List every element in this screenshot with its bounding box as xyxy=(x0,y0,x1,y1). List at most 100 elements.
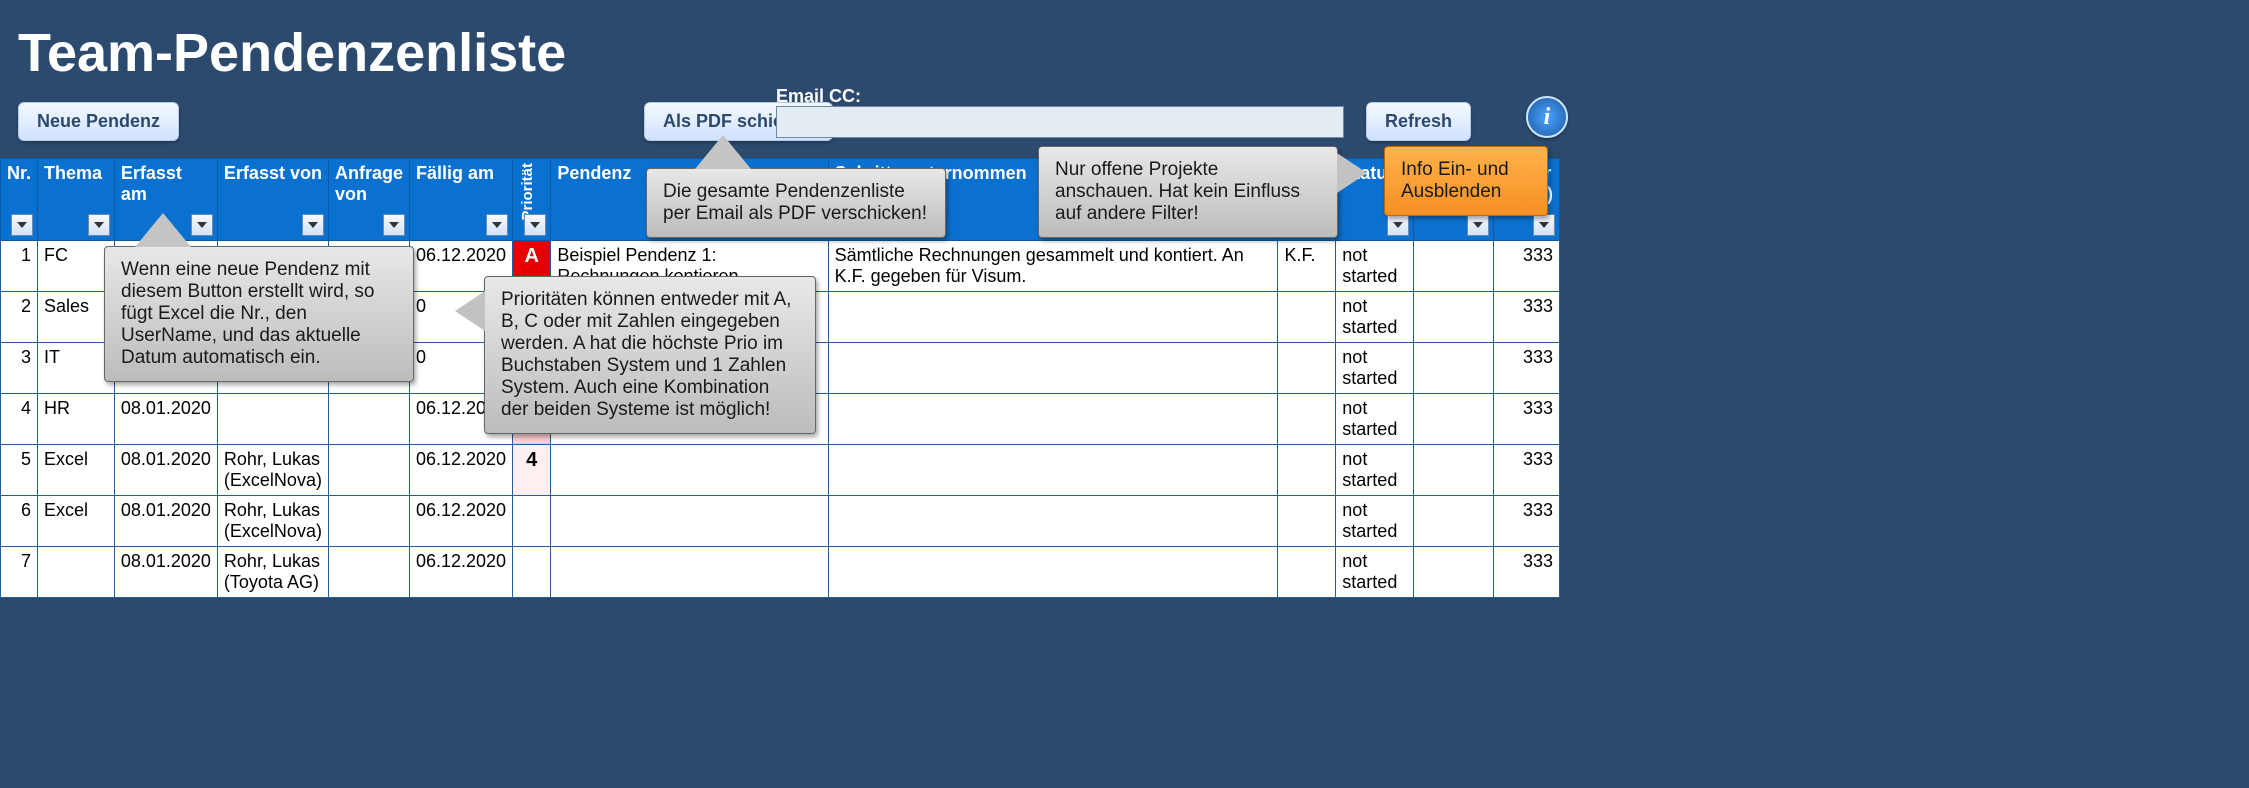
cell-nr[interactable]: 4 xyxy=(1,394,38,445)
cell-thema[interactable]: Excel xyxy=(38,496,115,547)
cell-anfrage_von[interactable] xyxy=(328,394,409,445)
cell-prio[interactable] xyxy=(513,547,551,598)
callout-pointer-icon xyxy=(455,291,485,331)
col-faellig-am[interactable]: Fällig am xyxy=(409,159,512,241)
cell-status[interactable]: not started xyxy=(1336,547,1414,598)
cell-anfrage_von[interactable] xyxy=(328,547,409,598)
table-row[interactable]: 5Excel08.01.2020Rohr, Lukas (ExcelNova) 0… xyxy=(1,445,1560,496)
cell-erledigt_am[interactable] xyxy=(1414,496,1494,547)
cell-faellig_am[interactable]: 06.12.2020 xyxy=(409,547,512,598)
cell-dauer[interactable]: 333 xyxy=(1494,445,1560,496)
cell-warten_auf[interactable] xyxy=(1278,343,1336,394)
filter-dropdown-icon[interactable] xyxy=(191,214,213,236)
cell-status[interactable]: not started xyxy=(1336,394,1414,445)
cell-pendenz[interactable] xyxy=(551,547,828,598)
cell-nr[interactable]: 6 xyxy=(1,496,38,547)
cell-schritte[interactable]: Sämtliche Rechnungen gesammelt und konti… xyxy=(828,241,1278,292)
cell-erledigt_am[interactable] xyxy=(1414,445,1494,496)
cell-thema[interactable]: IT xyxy=(38,343,115,394)
cell-schritte[interactable] xyxy=(828,547,1278,598)
cell-schritte[interactable] xyxy=(828,496,1278,547)
filter-dropdown-icon[interactable] xyxy=(383,214,405,236)
cell-thema[interactable]: HR xyxy=(38,394,115,445)
filter-dropdown-icon[interactable] xyxy=(1467,214,1489,236)
cell-warten_auf[interactable] xyxy=(1278,547,1336,598)
filter-dropdown-icon[interactable] xyxy=(11,214,33,236)
filter-dropdown-icon[interactable] xyxy=(524,214,546,236)
cell-erfasst_von[interactable]: Rohr, Lukas (ExcelNova) xyxy=(217,496,328,547)
filter-dropdown-icon[interactable] xyxy=(1387,214,1409,236)
cell-status[interactable]: not started xyxy=(1336,496,1414,547)
refresh-button[interactable]: Refresh xyxy=(1366,102,1471,141)
cell-nr[interactable]: 3 xyxy=(1,343,38,394)
cell-erfasst_am[interactable]: 08.01.2020 xyxy=(114,547,217,598)
callout-priority: Prioritäten können entweder mit A, B, C … xyxy=(484,276,816,434)
cell-dauer[interactable]: 333 xyxy=(1494,496,1560,547)
cell-erfasst_am[interactable]: 08.01.2020 xyxy=(114,445,217,496)
filter-dropdown-icon[interactable] xyxy=(1533,214,1555,236)
email-cc-input[interactable] xyxy=(776,106,1344,138)
col-erfasst-von[interactable]: Erfasst von xyxy=(217,159,328,241)
cell-nr[interactable]: 2 xyxy=(1,292,38,343)
cell-anfrage_von[interactable] xyxy=(328,496,409,547)
cell-erfasst_von[interactable]: Rohr, Lukas (ExcelNova) xyxy=(217,445,328,496)
cell-dauer[interactable]: 333 xyxy=(1494,394,1560,445)
cell-status[interactable]: not started xyxy=(1336,445,1414,496)
cell-warten_auf[interactable] xyxy=(1278,292,1336,343)
col-anfrage-von[interactable]: Anfrage von xyxy=(328,159,409,241)
col-prioritaet[interactable]: Priorität xyxy=(513,159,551,241)
cell-erledigt_am[interactable] xyxy=(1414,343,1494,394)
cell-warten_auf[interactable] xyxy=(1278,496,1336,547)
filter-dropdown-icon[interactable] xyxy=(88,214,110,236)
cell-thema[interactable]: FC xyxy=(38,241,115,292)
cell-erledigt_am[interactable] xyxy=(1414,292,1494,343)
cell-faellig_am[interactable]: 06.12.2020 xyxy=(409,445,512,496)
cell-erledigt_am[interactable] xyxy=(1414,547,1494,598)
callout-pointer-icon xyxy=(695,135,751,169)
cell-warten_auf[interactable] xyxy=(1278,445,1336,496)
cell-warten_auf[interactable]: K.F. xyxy=(1278,241,1336,292)
cell-status[interactable]: not started xyxy=(1336,343,1414,394)
info-toggle-button[interactable]: i xyxy=(1526,96,1568,138)
cell-schritte[interactable] xyxy=(828,292,1278,343)
new-pendenz-button[interactable]: Neue Pendenz xyxy=(18,102,179,141)
cell-nr[interactable]: 5 xyxy=(1,445,38,496)
cell-status[interactable]: not started xyxy=(1336,241,1414,292)
cell-schritte[interactable] xyxy=(828,445,1278,496)
cell-pendenz[interactable] xyxy=(551,496,828,547)
cell-dauer[interactable]: 333 xyxy=(1494,241,1560,292)
cell-dauer[interactable]: 333 xyxy=(1494,547,1560,598)
cell-thema[interactable]: Excel xyxy=(38,445,115,496)
cell-prio[interactable] xyxy=(513,496,551,547)
cell-erfasst_am[interactable]: 08.01.2020 xyxy=(114,496,217,547)
cell-erledigt_am[interactable] xyxy=(1414,394,1494,445)
table-row[interactable]: 7 08.01.2020Rohr, Lukas (Toyota AG) 06.12.… xyxy=(1,547,1560,598)
cell-pendenz[interactable] xyxy=(551,445,828,496)
cell-status[interactable]: not started xyxy=(1336,292,1414,343)
cell-nr[interactable]: 1 xyxy=(1,241,38,292)
filter-dropdown-icon[interactable] xyxy=(302,214,324,236)
page-title: Team-Pendenzenliste xyxy=(0,0,2249,84)
col-nr[interactable]: Nr. xyxy=(1,159,38,241)
cell-faellig_am[interactable]: 06.12.2020 xyxy=(409,496,512,547)
cell-anfrage_von[interactable] xyxy=(328,445,409,496)
cell-dauer[interactable]: 333 xyxy=(1494,292,1560,343)
cell-erfasst_von[interactable]: Rohr, Lukas (Toyota AG) xyxy=(217,547,328,598)
cell-prio[interactable]: 4 xyxy=(513,445,551,496)
cell-erledigt_am[interactable] xyxy=(1414,241,1494,292)
callout-text: Wenn eine neue Pendenz mit diesem Button… xyxy=(121,259,374,368)
cell-thema[interactable] xyxy=(38,547,115,598)
cell-thema[interactable]: Sales xyxy=(38,292,115,343)
cell-nr[interactable]: 7 xyxy=(1,547,38,598)
callout-pointer-icon xyxy=(1337,153,1367,193)
cell-erfasst_von[interactable] xyxy=(217,394,328,445)
cell-warten_auf[interactable] xyxy=(1278,394,1336,445)
cell-dauer[interactable]: 333 xyxy=(1494,343,1560,394)
table-row[interactable]: 6Excel08.01.2020Rohr, Lukas (ExcelNova) 0… xyxy=(1,496,1560,547)
cell-erfasst_am[interactable]: 08.01.2020 xyxy=(114,394,217,445)
col-thema[interactable]: Thema xyxy=(38,159,115,241)
filter-dropdown-icon[interactable] xyxy=(486,214,508,236)
cell-schritte[interactable] xyxy=(828,394,1278,445)
callout-new-button: Wenn eine neue Pendenz mit diesem Button… xyxy=(104,246,414,382)
cell-schritte[interactable] xyxy=(828,343,1278,394)
